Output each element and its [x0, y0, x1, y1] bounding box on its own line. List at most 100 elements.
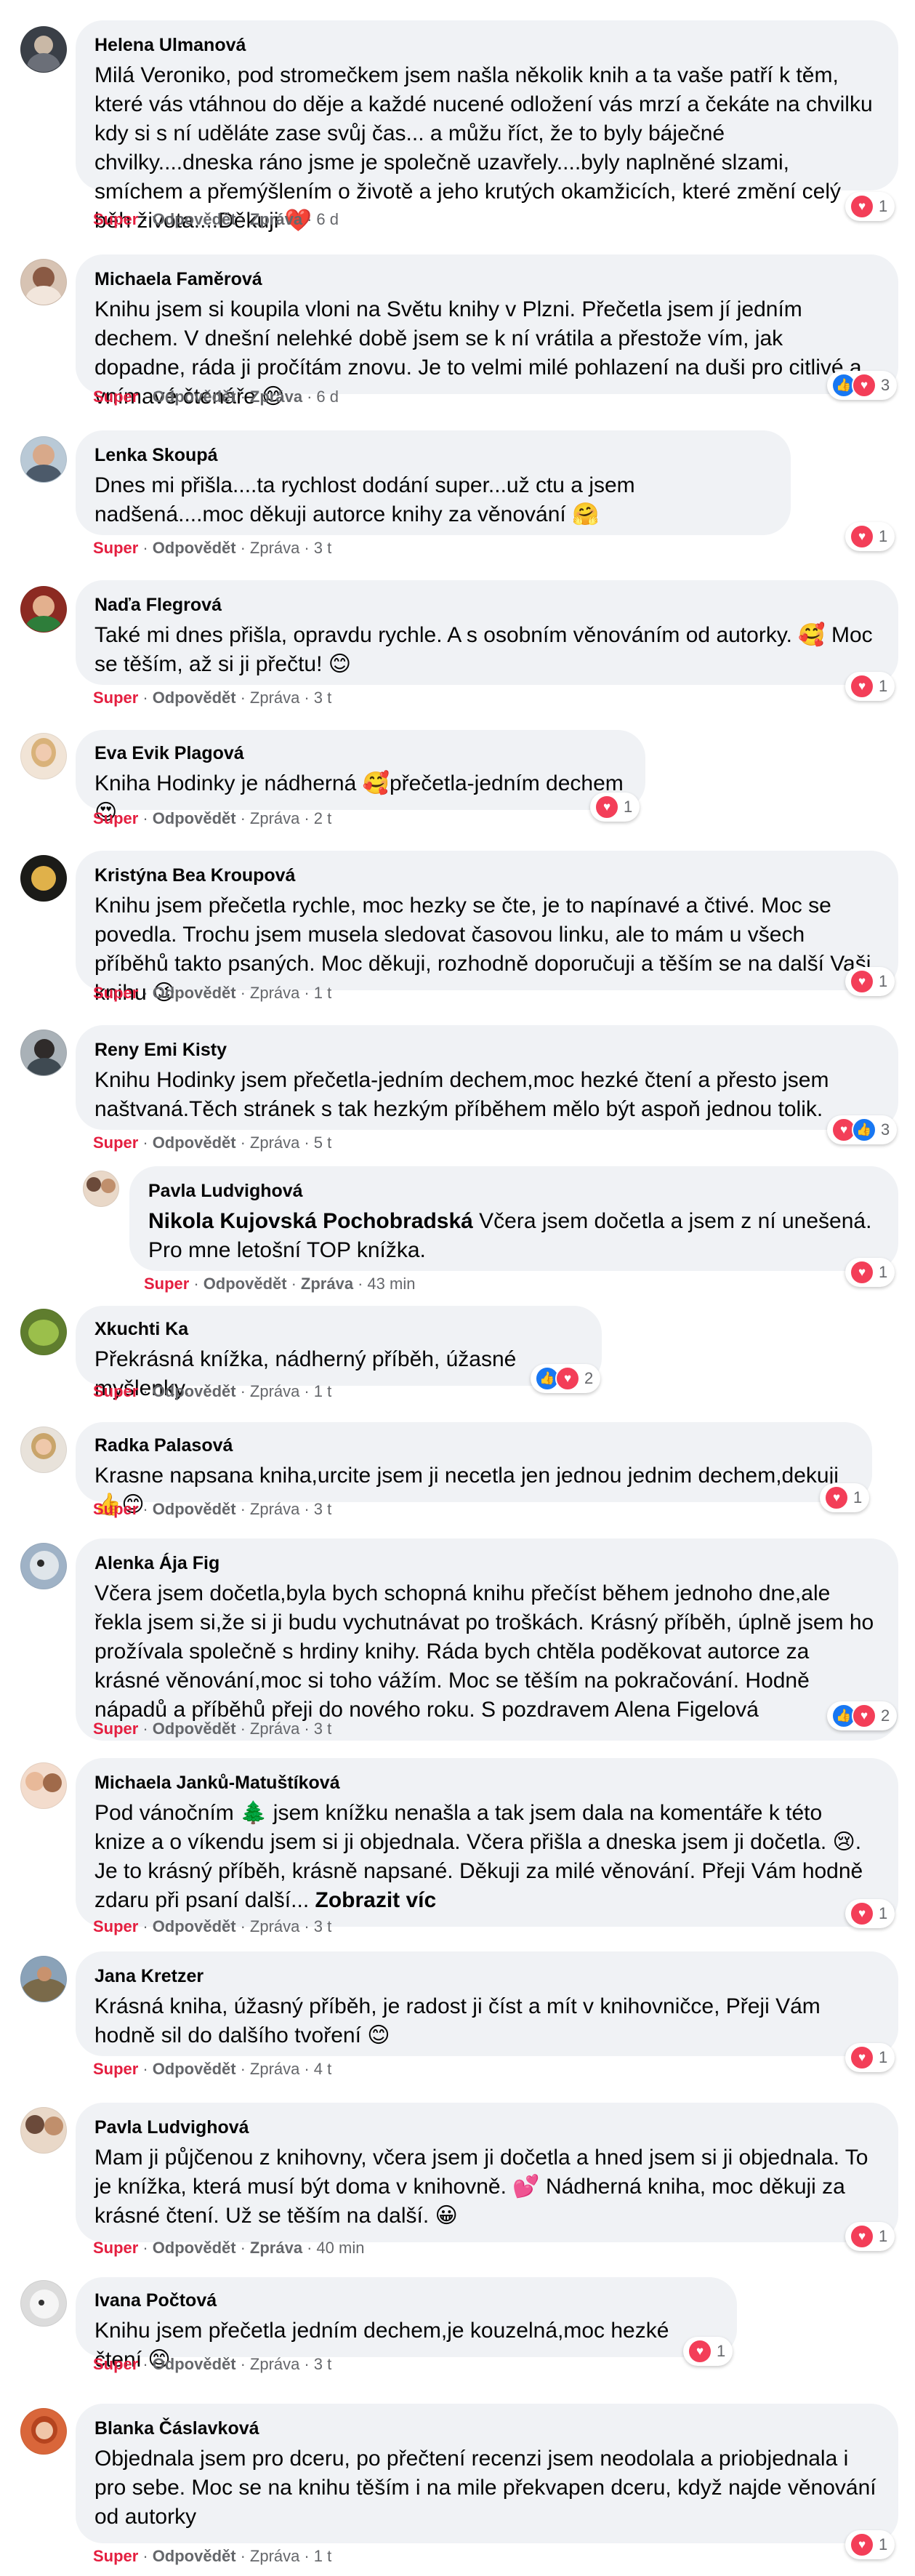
message-button[interactable]: Zpráva — [250, 388, 302, 406]
reaction-summary[interactable]: ♥ 1 — [845, 192, 895, 221]
comment-author[interactable]: Michaela Janků-Matuštíková — [94, 1771, 878, 1794]
avatar[interactable] — [20, 1030, 67, 1076]
comment-author[interactable]: Eva Evik Plagová — [94, 742, 625, 765]
avatar[interactable] — [20, 26, 67, 73]
like-button[interactable]: Super — [93, 809, 138, 827]
reply-button[interactable]: Odpovědět — [153, 689, 236, 707]
reaction-summary[interactable]: ♥ 👍 3 — [827, 1115, 898, 1144]
comment-author[interactable]: Pavla Ludvighová — [94, 2116, 878, 2139]
reaction-summary[interactable]: ♥ 1 — [845, 1258, 895, 1287]
reaction-summary[interactable]: ♥ 1 — [845, 2043, 895, 2072]
reply-button[interactable]: Odpovědět — [153, 1133, 236, 1152]
avatar[interactable] — [20, 586, 67, 633]
like-button[interactable]: Super — [93, 210, 138, 228]
reaction-summary[interactable]: ♥ 1 — [845, 522, 895, 551]
reaction-summary[interactable]: ♥ 1 — [683, 2337, 733, 2366]
message-button[interactable]: Zpráva — [301, 1275, 353, 1293]
reaction-summary[interactable]: ♥ 1 — [820, 1483, 870, 1512]
avatar[interactable] — [83, 1171, 119, 1207]
reaction-summary[interactable]: ♥ 1 — [845, 967, 895, 996]
avatar[interactable] — [20, 2408, 67, 2455]
comment-time[interactable]: 3 t — [314, 539, 331, 557]
mention-link[interactable]: Nikola Kujovská Pochobradská — [148, 1209, 473, 1233]
like-button[interactable]: Super — [93, 1382, 138, 1400]
reaction-summary[interactable]: ♥ 1 — [845, 2222, 895, 2251]
message-button[interactable]: Zpráva — [250, 2239, 302, 2257]
like-button[interactable]: Super — [93, 2239, 138, 2257]
comment-author[interactable]: Kristýna Bea Kroupová — [94, 864, 878, 887]
reply-button[interactable]: Odpovědět — [153, 809, 236, 827]
comment-author[interactable]: Jana Kretzer — [94, 1965, 878, 1988]
message-button[interactable]: Zpráva — [250, 1133, 299, 1152]
avatar[interactable] — [20, 1762, 67, 1809]
comment-time[interactable]: 43 min — [367, 1275, 415, 1293]
reply-button[interactable]: Odpovědět — [153, 984, 236, 1002]
reply-button[interactable]: Odpovědět — [153, 1917, 236, 1935]
comment-time[interactable]: 6 d — [316, 388, 339, 406]
reaction-summary[interactable]: 👍 ♥ 3 — [827, 371, 898, 400]
reply-button[interactable]: Odpovědět — [153, 539, 236, 557]
comment-author[interactable]: Lenka Skoupá — [94, 444, 770, 467]
comment-time[interactable]: 3 t — [314, 2355, 331, 2373]
comment-time[interactable]: 3 t — [314, 1500, 331, 1518]
avatar[interactable] — [20, 2280, 67, 2327]
like-button[interactable]: Super — [93, 1917, 138, 1935]
like-button[interactable]: Super — [93, 388, 138, 406]
comment-time[interactable]: 5 t — [314, 1133, 331, 1152]
see-more-link[interactable]: Zobrazit víc — [315, 1888, 437, 1912]
like-button[interactable]: Super — [93, 2547, 138, 2565]
reply-button[interactable]: Odpovědět — [203, 1275, 287, 1293]
comment-time[interactable]: 2 t — [314, 809, 331, 827]
comment-time[interactable]: 1 t — [314, 2547, 331, 2565]
message-button[interactable]: Zpráva — [250, 1917, 299, 1935]
reaction-summary[interactable]: ♥ 1 — [590, 793, 640, 822]
message-button[interactable]: Zpráva — [250, 984, 299, 1002]
message-button[interactable]: Zpráva — [250, 210, 302, 228]
avatar[interactable] — [20, 1309, 67, 1355]
reply-button[interactable]: Odpovědět — [153, 1720, 236, 1738]
reply-button[interactable]: Odpovědět — [153, 210, 236, 228]
avatar[interactable] — [20, 2107, 67, 2154]
comment-author[interactable]: Alenka Ája Fig — [94, 1552, 878, 1575]
avatar[interactable] — [20, 733, 67, 779]
reaction-summary[interactable]: 👍 ♥ 2 — [531, 1364, 601, 1393]
reply-button[interactable]: Odpovědět — [153, 388, 236, 406]
comment-time[interactable]: 6 d — [316, 210, 339, 228]
like-button[interactable]: Super — [93, 1720, 138, 1738]
reaction-summary[interactable]: 👍 ♥ 2 — [827, 1701, 898, 1730]
like-button[interactable]: Super — [93, 1500, 138, 1518]
comment-author[interactable]: Blanka Čáslavková — [94, 2417, 878, 2440]
message-button[interactable]: Zpráva — [250, 809, 299, 827]
comment-author[interactable]: Pavla Ludvighová — [148, 1179, 878, 1203]
message-button[interactable]: Zpráva — [250, 2060, 299, 2078]
comment-time[interactable]: 3 t — [314, 689, 331, 707]
reaction-summary[interactable]: ♥ 1 — [845, 672, 895, 701]
comment-author[interactable]: Michaela Faměrová — [94, 268, 878, 291]
message-button[interactable]: Zpráva — [250, 1382, 299, 1400]
avatar[interactable] — [20, 436, 67, 483]
avatar[interactable] — [20, 1427, 67, 1473]
comment-author[interactable]: Radka Palasová — [94, 1434, 852, 1457]
reply-button[interactable]: Odpovědět — [153, 1500, 236, 1518]
reaction-summary[interactable]: ♥ 1 — [845, 2530, 895, 2559]
message-button[interactable]: Zpráva — [250, 1720, 299, 1738]
comment-author[interactable]: Helena Ulmanová — [94, 33, 878, 57]
avatar[interactable] — [20, 855, 67, 902]
comment-time[interactable]: 4 t — [314, 2060, 331, 2078]
reaction-summary[interactable]: ♥ 1 — [845, 1899, 895, 1928]
like-button[interactable]: Super — [93, 2355, 138, 2373]
reply-button[interactable]: Odpovědět — [153, 2547, 236, 2565]
reply-button[interactable]: Odpovědět — [153, 2060, 236, 2078]
reply-button[interactable]: Odpovědět — [153, 2355, 236, 2373]
comment-time[interactable]: 1 t — [314, 984, 331, 1002]
avatar[interactable] — [20, 1543, 67, 1589]
message-button[interactable]: Zpráva — [250, 689, 299, 707]
comment-time[interactable]: 3 t — [314, 1917, 331, 1935]
message-button[interactable]: Zpráva — [250, 2547, 299, 2565]
message-button[interactable]: Zpráva — [250, 1500, 299, 1518]
comment-time[interactable]: 40 min — [316, 2239, 364, 2257]
like-button[interactable]: Super — [93, 1133, 138, 1152]
reply-button[interactable]: Odpovědět — [153, 1382, 236, 1400]
comment-author[interactable]: Reny Emi Kisty — [94, 1038, 878, 1062]
like-button[interactable]: Super — [93, 2060, 138, 2078]
